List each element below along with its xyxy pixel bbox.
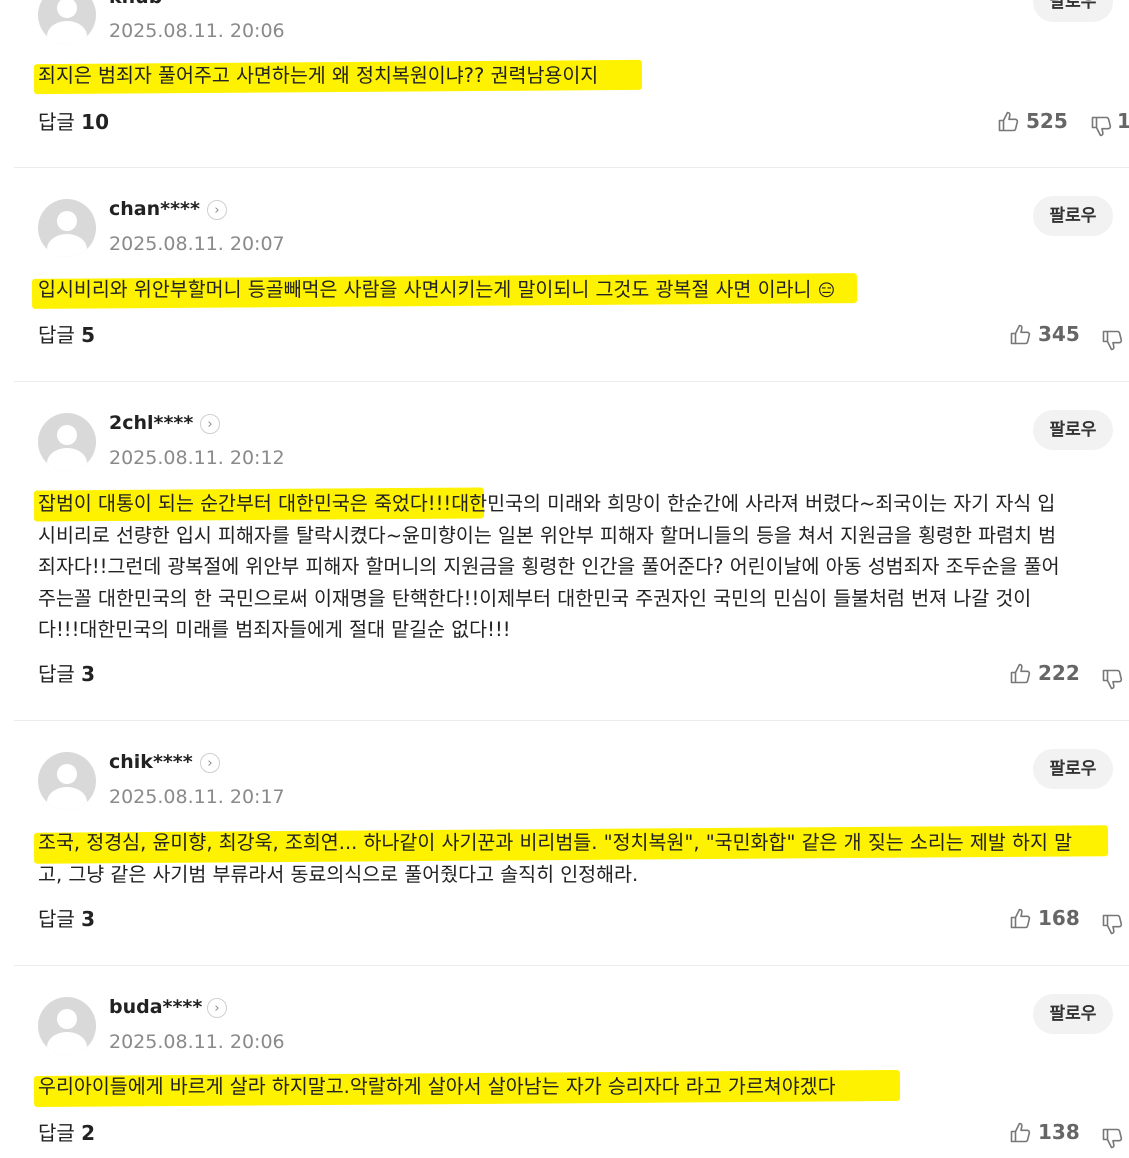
thumbs-up-icon[interactable] [1009,1121,1033,1145]
thumbs-down-icon[interactable] [1090,114,1114,138]
comment-line: 죄자다!!그런데 광복절에 위안부 피해자 할머니의 지원금을 횡령한 인간을 … [38,555,1060,578]
reply-button[interactable]: 답글 3 [38,907,95,931]
nickname[interactable]: 2chl**** [109,412,193,434]
comment-text: 죄지은 범죄자 풀어주고 사면하는게 왜 정치복원이냐?? 권력남용이지 [38,64,599,87]
comment-line: 잡범이 대통이 되는 순간부터 대한민국은 죽었다!!!대한민국의 미래와 희망… [38,492,1056,515]
divider [14,381,1129,382]
comment-line: 고, 그냥 같은 사기범 부류라서 동료의식으로 풀어줬다고 솔직히 인정해라. [38,862,639,886]
like-count: 345 [1038,322,1080,346]
avatar[interactable] [38,199,96,257]
timestamp: 2025.08.11. 20:06 [109,1031,285,1053]
nickname[interactable]: chik**** [109,751,193,773]
divider [14,167,1129,168]
comment-line: 주는꼴 대한민국의 한 국민으로써 이재명을 탄핵한다!!이제부터 대한민국 주… [38,586,1032,610]
chevron-right-icon[interactable]: › [207,998,227,1018]
timestamp: 2025.08.11. 20:12 [109,447,285,469]
thumbs-up-icon[interactable] [1009,662,1033,686]
follow-button[interactable]: 팔로우 [1033,196,1113,236]
reply-button[interactable]: 답글 5 [38,323,95,347]
timestamp: 2025.08.11. 20:17 [109,786,285,808]
comment-text: 잡범이 대통이 되는 순간부터 대한민국은 죽었다!!!대한민국의 미래와 희망… [38,488,1118,646]
comment-text: 조국, 정경심, 윤미향, 최강욱, 조희연... 하나같이 사기꾼과 비리범들… [38,827,1118,890]
like-count: 222 [1038,661,1080,685]
thumbs-down-icon[interactable] [1101,667,1125,691]
comment-text: 입시비리와 위안부할머니 등골빼먹은 사람을 사면시키는게 말이되니 그것도 광… [38,278,836,301]
reply-button[interactable]: 답글 2 [38,1121,95,1145]
expressionless-emoji-icon: 😑 [817,281,836,301]
like-count: 138 [1038,1120,1080,1144]
thumbs-up-icon[interactable] [1009,907,1033,931]
thumbs-down-icon[interactable] [1101,1126,1125,1150]
chevron-right-icon[interactable]: › [200,753,220,773]
follow-button[interactable]: 팔로우 [1033,0,1113,22]
follow-button[interactable]: 팔로우 [1033,994,1113,1034]
comment-text: 우리아이들에게 바르게 살라 하지말고.악랄하게 살아서 살아남는 자가 승리자… [38,1075,836,1098]
chevron-right-icon[interactable]: › [200,414,220,434]
like-count: 525 [1026,109,1068,133]
avatar[interactable] [38,413,96,471]
thumbs-down-icon[interactable] [1101,328,1125,352]
follow-button[interactable]: 팔로우 [1033,410,1113,450]
comment-line: 시비리로 선량한 입시 피해자를 탈락시켰다~윤미향이는 일본 위안부 피해자 … [38,523,1057,547]
nickname[interactable]: chan**** [109,198,200,220]
dislike-count: 1 [1117,109,1129,133]
timestamp: 2025.08.11. 20:07 [109,233,285,255]
timestamp: 2025.08.11. 20:06 [109,20,285,42]
thumbs-up-icon[interactable] [1009,323,1033,347]
avatar[interactable] [38,997,96,1055]
follow-button[interactable]: 팔로우 [1033,749,1113,789]
divider [14,720,1129,721]
divider [14,965,1129,966]
comment-line: 조국, 정경심, 윤미향, 최강욱, 조희연... 하나같이 사기꾼과 비리범들… [38,831,1073,854]
comment-line: 다!!!대한민국의 미래를 범죄자들에게 절대 맡길순 없다!!! [38,618,511,641]
avatar[interactable] [38,0,96,44]
nickname[interactable]: buda**** [109,996,202,1018]
thumbs-up-icon[interactable] [997,110,1021,134]
thumbs-down-icon[interactable] [1101,912,1125,936]
chevron-right-icon[interactable]: › [207,200,227,220]
nickname[interactable]: khub [109,0,162,8]
reply-button[interactable]: 답글 10 [38,110,109,134]
avatar[interactable] [38,752,96,810]
like-count: 168 [1038,906,1080,930]
reply-button[interactable]: 답글 3 [38,662,95,686]
